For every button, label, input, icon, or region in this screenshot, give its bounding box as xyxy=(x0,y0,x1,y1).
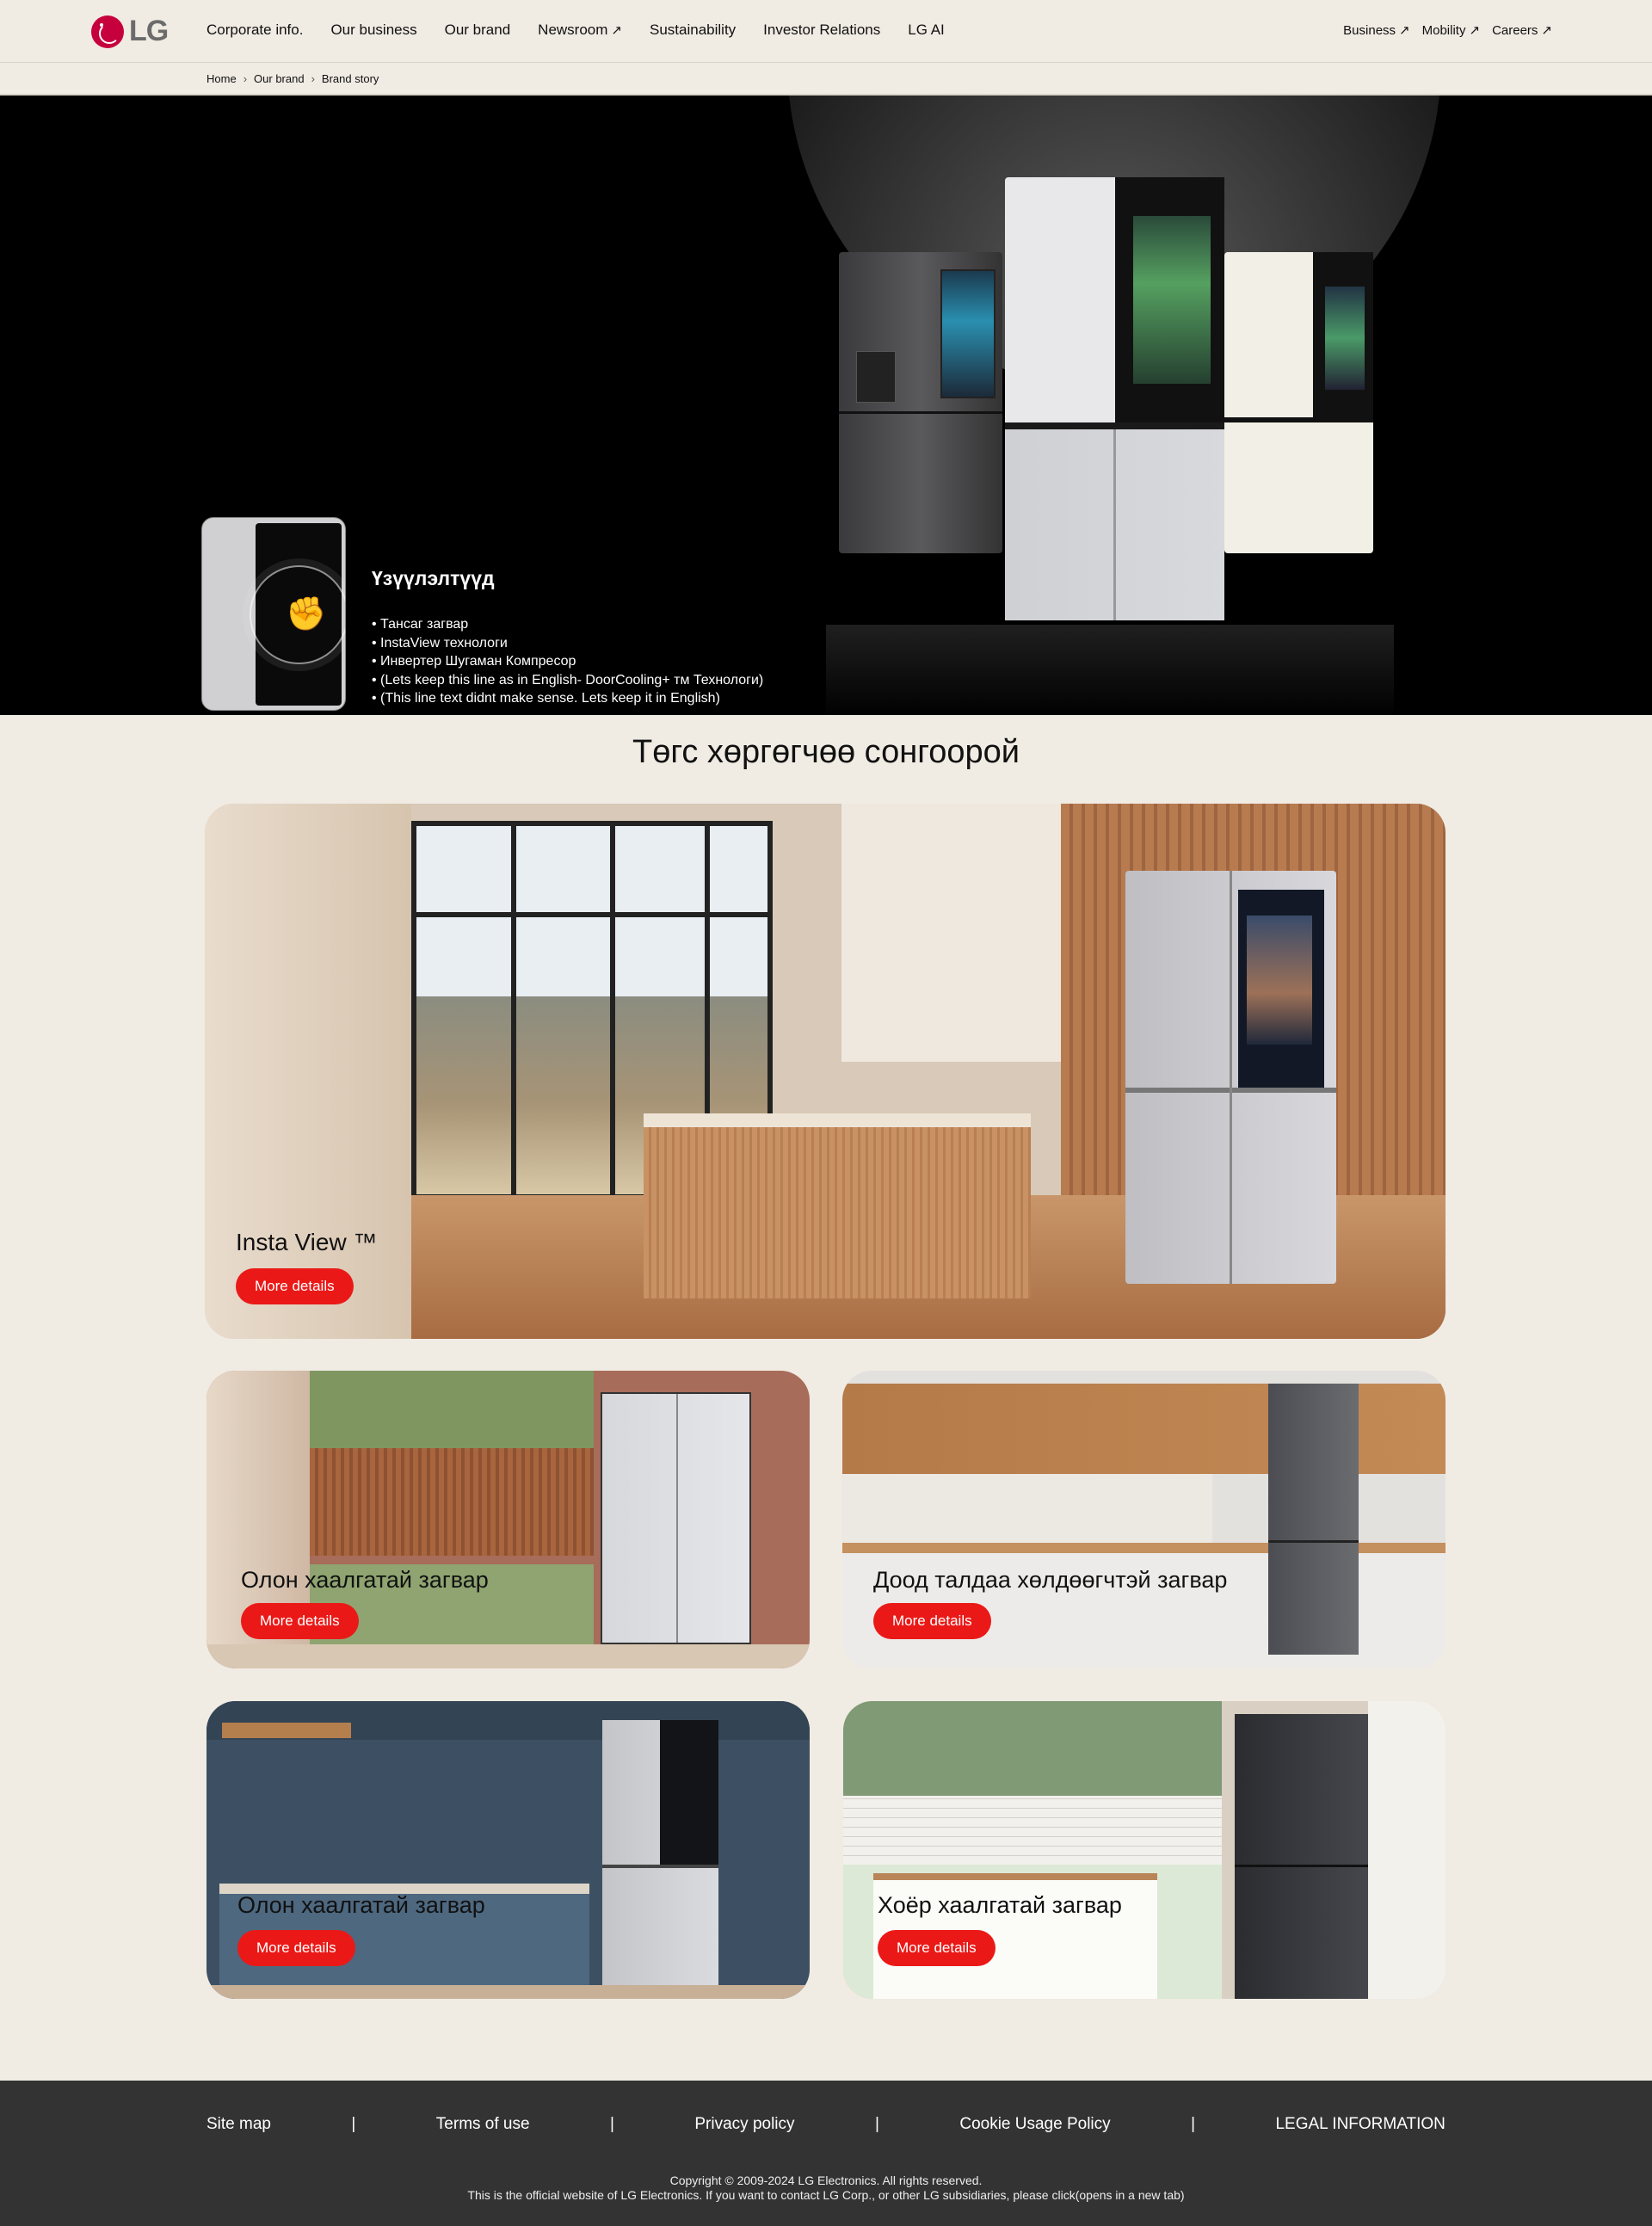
section-title: Төгс хөргөгчөө сонгоорой xyxy=(632,734,1020,770)
utility-nav: Business ↗ Mobility ↗ Careers ↗ xyxy=(1343,22,1552,38)
feature-item: • (Lets keep this line as in English- Do… xyxy=(372,672,764,688)
chevron-right-icon: › xyxy=(311,72,315,85)
util-link-mobility-label: Mobility xyxy=(1421,23,1466,38)
main-nav: Corporate info. Our business Our brand N… xyxy=(206,22,945,39)
footer-link-site-map[interactable]: Site map xyxy=(206,2115,271,2134)
card-label: Хоёр хаалгатай загвар xyxy=(878,1892,1122,1918)
product-card-instaview[interactable]: Insta View ™ More details xyxy=(205,804,1446,1339)
external-link-icon: ↗ xyxy=(1469,23,1481,38)
nav-item-corporate-info[interactable]: Corporate info. xyxy=(206,22,303,39)
fridge-reflection xyxy=(826,625,1394,715)
nav-item-our-brand[interactable]: Our brand xyxy=(445,22,511,39)
footer-link-privacy[interactable]: Privacy policy xyxy=(694,2115,794,2134)
feature-item: • (This line text didnt make sense. Lets… xyxy=(372,691,720,706)
fridge-image xyxy=(1268,1384,1359,1655)
chevron-right-icon: › xyxy=(243,72,248,85)
fridge-image xyxy=(601,1392,751,1644)
product-card-side-by-side[interactable]: Хоёр хаалгатай загвар More details xyxy=(843,1701,1446,1999)
card-label: Insta View ™ xyxy=(236,1229,378,1255)
external-link-icon: ↗ xyxy=(1399,23,1410,38)
nav-item-lg-ai[interactable]: LG AI xyxy=(908,22,945,39)
footer-link-legal[interactable]: LEGAL INFORMATION xyxy=(1275,2115,1445,2134)
kitchen-island-image xyxy=(644,1113,1031,1298)
fridge-image xyxy=(602,1720,718,1985)
lg-logo[interactable]: LG xyxy=(91,15,169,48)
util-link-business-label: Business xyxy=(1343,23,1396,38)
fridge-image xyxy=(1125,871,1336,1284)
nav-item-newsroom-label: Newsroom xyxy=(538,22,608,38)
site-header: LG Corporate info. Our business Our bran… xyxy=(0,0,1652,63)
copyright: Copyright © 2009-2024 LG Electronics. Al… xyxy=(0,2174,1652,2203)
footer-link-terms[interactable]: Terms of use xyxy=(436,2115,530,2134)
official-site-notice[interactable]: This is the official website of LG Elect… xyxy=(0,2188,1652,2203)
footer-separator: | xyxy=(610,2115,614,2133)
card-label: Доод талдаа хөлдөөгчтэй загвар xyxy=(873,1567,1228,1593)
feature-item: • Тансаг загвар xyxy=(372,617,469,632)
util-link-careers-label: Careers xyxy=(1492,23,1538,38)
fridge-image-white xyxy=(1005,177,1224,620)
knock-on-thumbnail: ✊ xyxy=(201,517,346,711)
external-link-icon: ↗ xyxy=(1541,23,1552,38)
more-details-button[interactable]: More details xyxy=(878,1930,996,1966)
card-label: Олон хаалгатай загвар xyxy=(237,1892,485,1918)
knock-hand-icon: ✊ xyxy=(286,596,327,632)
fridge-image-dark xyxy=(839,252,1002,553)
more-details-button[interactable]: More details xyxy=(237,1930,355,1966)
fridge-image-cream xyxy=(1224,252,1373,553)
hero-features-list: • Тансаг загвар • InstaView технологи • … xyxy=(372,615,763,708)
hero-banner: ✊ Үзүүлэлтүүд • Тансаг загвар • InstaVie… xyxy=(0,96,1652,715)
breadcrumb-brand-story: Brand story xyxy=(321,72,379,85)
breadcrumb-home[interactable]: Home xyxy=(206,72,237,85)
nav-item-sustainability[interactable]: Sustainability xyxy=(650,22,736,39)
util-link-business[interactable]: Business ↗ xyxy=(1343,22,1409,38)
nav-item-newsroom[interactable]: Newsroom ↗ xyxy=(538,22,622,39)
breadcrumb-our-brand[interactable]: Our brand xyxy=(254,72,305,85)
util-link-mobility[interactable]: Mobility ↗ xyxy=(1422,22,1480,38)
lg-logo-icon xyxy=(91,15,124,48)
more-details-button[interactable]: More details xyxy=(236,1268,354,1304)
copyright-text: Copyright © 2009-2024 LG Electronics. Al… xyxy=(669,2174,983,2187)
util-link-careers[interactable]: Careers ↗ xyxy=(1492,22,1552,38)
card-label: Олон хаалгатай загвар xyxy=(241,1567,489,1593)
footer-separator: | xyxy=(1191,2115,1196,2133)
footer-separator: | xyxy=(351,2115,356,2133)
hero-features-title: Үзүүлэлтүүд xyxy=(372,567,495,589)
product-card-multi-door[interactable]: Олон хаалгатай загвар More details xyxy=(206,1371,810,1668)
nav-item-investor-relations[interactable]: Investor Relations xyxy=(763,22,880,39)
more-details-button[interactable]: More details xyxy=(873,1603,991,1639)
footer-links: Site map | Terms of use | Privacy policy… xyxy=(206,2115,1446,2134)
product-card-bottom-freezer[interactable]: Доод талдаа хөлдөөгчтэй загвар More deta… xyxy=(842,1371,1446,1668)
site-footer: Site map | Terms of use | Privacy policy… xyxy=(0,2081,1652,2226)
feature-item: • InstaView технологи xyxy=(372,635,508,651)
nav-item-our-business[interactable]: Our business xyxy=(330,22,416,39)
product-card-multi-door-2[interactable]: Олон хаалгатай загвар More details xyxy=(206,1701,810,1999)
footer-link-cookie-policy[interactable]: Cookie Usage Policy xyxy=(959,2115,1110,2134)
breadcrumb: Home › Our brand › Brand story xyxy=(206,72,379,85)
feature-item: • Инвертер Шугаман Компресор xyxy=(372,654,576,669)
lg-logo-text: LG xyxy=(129,15,169,47)
external-link-icon: ↗ xyxy=(611,23,622,38)
more-details-button[interactable]: More details xyxy=(241,1603,359,1639)
fridge-image xyxy=(1235,1714,1368,1999)
footer-separator: | xyxy=(874,2115,879,2133)
